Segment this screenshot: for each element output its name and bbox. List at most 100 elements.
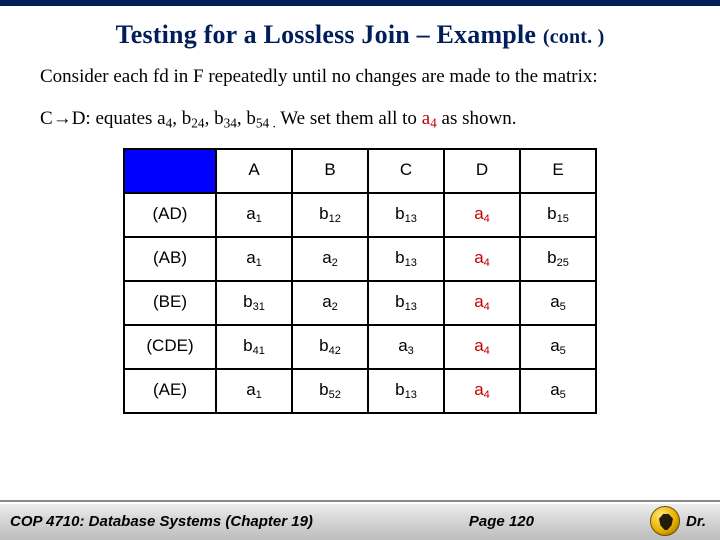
- cell-value: b: [395, 204, 404, 223]
- row-label: (AB): [124, 237, 216, 281]
- cell: a4: [444, 369, 520, 413]
- fd-line: C→D: equates a4, b24, b34, b54 . We set …: [40, 106, 680, 132]
- slide: Testing for a Lossless Join – Example (c…: [0, 0, 720, 540]
- table-row: (AE)a1b52b13a4a5: [124, 369, 596, 413]
- cell: a2: [292, 281, 368, 325]
- cell-sub: 4: [484, 257, 490, 269]
- arrow-icon: →: [53, 108, 72, 129]
- lossless-matrix: A B C D E (AD)a1b12b13a4b15(AB)a1a2b13a4…: [123, 148, 597, 414]
- cell: b12: [292, 193, 368, 237]
- cell: a4: [444, 237, 520, 281]
- eq-s2: 24: [191, 115, 204, 130]
- cell-value: a: [474, 336, 483, 355]
- cell-value: b: [319, 204, 328, 223]
- cell-value: b: [243, 336, 252, 355]
- cell-value: b: [547, 204, 556, 223]
- cell-sub: 15: [557, 213, 569, 225]
- slide-footer: COP 4710: Database Systems (Chapter 19) …: [0, 500, 720, 540]
- cell-value: a: [246, 380, 255, 399]
- footer-page: Page 120: [353, 513, 650, 530]
- cell: b41: [216, 325, 292, 369]
- cell-sub: 5: [560, 345, 566, 357]
- cell: a1: [216, 193, 292, 237]
- cell-sub: 4: [484, 345, 490, 357]
- cell-sub: 4: [484, 213, 490, 225]
- table-row: (CDE)b41b42a3a4a5: [124, 325, 596, 369]
- cell-sub: 4: [484, 301, 490, 313]
- cell: b13: [368, 281, 444, 325]
- eq-c2: , b: [205, 108, 224, 129]
- cell-sub: 31: [253, 301, 265, 313]
- cell-value: a: [398, 336, 407, 355]
- cell-value: a: [474, 204, 483, 223]
- cell: a5: [520, 369, 596, 413]
- row-label: (AD): [124, 193, 216, 237]
- cell-value: a: [474, 248, 483, 267]
- cell: a1: [216, 237, 292, 281]
- col-B: B: [292, 149, 368, 193]
- eq-s3: 34: [224, 115, 237, 130]
- col-C: C: [368, 149, 444, 193]
- fd-rhs: D: [72, 108, 86, 129]
- set-text-1: We set them all to: [276, 108, 422, 129]
- cell-value: a: [246, 204, 255, 223]
- slide-body: Consider each fd in F repeatedly until n…: [0, 58, 720, 414]
- cell-sub: 41: [253, 345, 265, 357]
- eq-c1: , b: [172, 108, 191, 129]
- cell-sub: 1: [256, 257, 262, 269]
- cell-sub: 42: [329, 345, 341, 357]
- col-A: A: [216, 149, 292, 193]
- footer-author: Dr.: [686, 513, 706, 530]
- cell-sub: 4: [484, 389, 490, 401]
- cell-value: b: [547, 248, 556, 267]
- cell: a2: [292, 237, 368, 281]
- eq-c3: , b: [237, 108, 256, 129]
- cell-sub: 12: [329, 213, 341, 225]
- cell-sub: 13: [405, 301, 417, 313]
- cell: b31: [216, 281, 292, 325]
- cell-value: a: [246, 248, 255, 267]
- cell-sub: 5: [560, 389, 566, 401]
- table-row: (AB)a1a2b13a4b25: [124, 237, 596, 281]
- cell-value: b: [395, 380, 404, 399]
- intro-line: Consider each fd in F repeatedly until n…: [40, 64, 680, 90]
- eq-pref: : equates a: [85, 108, 165, 129]
- cell-value: b: [319, 380, 328, 399]
- cell-sub: 13: [405, 389, 417, 401]
- cell: a4: [444, 193, 520, 237]
- table-row: (BE)b31a2b13a4a5: [124, 281, 596, 325]
- ucf-logo-icon: [650, 506, 680, 536]
- cell: a3: [368, 325, 444, 369]
- cell-sub: 52: [329, 389, 341, 401]
- cell: b15: [520, 193, 596, 237]
- set-a-sub: 4: [430, 115, 437, 130]
- cell-value: b: [395, 248, 404, 267]
- cell-value: a: [550, 336, 559, 355]
- table-row: (AD)a1b12b13a4b15: [124, 193, 596, 237]
- row-label: (AE): [124, 369, 216, 413]
- cell: a4: [444, 281, 520, 325]
- set-a: a: [422, 108, 430, 129]
- cell-value: a: [322, 248, 331, 267]
- cell-sub: 25: [557, 257, 569, 269]
- footer-course: COP 4710: Database Systems (Chapter 19): [10, 513, 313, 530]
- cell: a5: [520, 281, 596, 325]
- cell: b13: [368, 369, 444, 413]
- title-cont: (cont. ): [543, 26, 605, 48]
- corner-cell: [124, 149, 216, 193]
- cell-sub: 3: [408, 345, 414, 357]
- col-E: E: [520, 149, 596, 193]
- cell: a4: [444, 325, 520, 369]
- cell: b13: [368, 193, 444, 237]
- cell-sub: 1: [256, 213, 262, 225]
- cell-sub: 13: [405, 213, 417, 225]
- eq-s4: 54 .: [256, 115, 276, 130]
- row-label: (CDE): [124, 325, 216, 369]
- cell: b42: [292, 325, 368, 369]
- cell-value: a: [550, 292, 559, 311]
- table-wrap: A B C D E (AD)a1b12b13a4b15(AB)a1a2b13a4…: [40, 148, 680, 414]
- cell-value: b: [319, 336, 328, 355]
- cell-sub: 2: [332, 301, 338, 313]
- cell: a5: [520, 325, 596, 369]
- cell: a1: [216, 369, 292, 413]
